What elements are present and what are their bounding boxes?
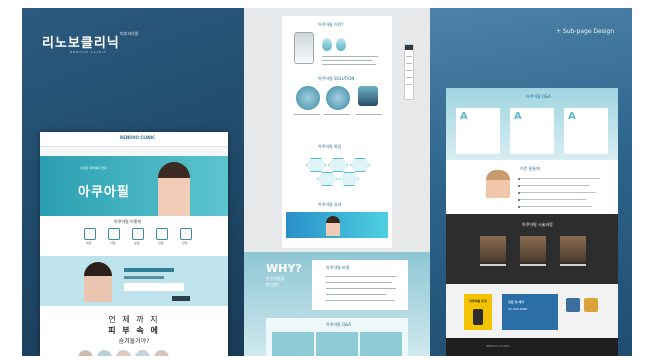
reservation-phone: 02-000-0000 [508,307,528,311]
section-title: 아쿠아필 특징 [318,144,342,149]
brand-small: 피부과의원 [120,31,139,36]
calm-icon [156,228,168,240]
map-icon[interactable] [566,298,580,312]
model-photo [486,170,510,198]
reservation-label: 상담 및 예약 [508,300,524,304]
qa-card[interactable]: A [564,108,608,154]
phone-icon [473,309,483,325]
portfolio-showcase: 리노보클리닉 피부과의원 RENOVO CLINIC RENOVO CLINIC… [22,8,632,356]
site-footer: RENOVO CLINIC [446,338,618,356]
contact-title: 아쿠아필 문의 [469,299,487,303]
hero-banner: 미세한 피부결의 변화 아쿠아필 [40,156,228,216]
section-title: 아쿠아필 이란? [318,22,344,27]
headline-line: 피 부 속 에 [108,326,160,335]
section-title: 아쿠아필 SOLUTION [318,76,355,81]
qa-title: 아쿠아필 Q&A [526,94,551,99]
solution-image [358,86,378,106]
brand-sub: RENOVO CLINIC [70,50,107,54]
brand-logo: 리노보클리닉 피부과의원 RENOVO CLINIC [42,31,138,54]
device-image [294,32,314,64]
contact-section: 아쿠아필 문의 상담 및 예약 02-000-0000 [446,284,618,338]
detail-page-panel: 아쿠아필 이란? 아쿠아필 SOLUTION 아쿠아필 특징 아쿠아필 효과 W… [244,8,430,356]
main-page-panel: 리노보클리닉 피부과의원 RENOVO CLINIC RENOVO CLINIC… [22,8,244,356]
quick-menu[interactable] [404,44,414,100]
icon-label: 관리 [182,241,188,245]
recommend-section: 이런 분들께 [446,160,618,214]
promo-section [40,256,228,306]
qa-title: 아쿠아필 Q&A [326,322,351,327]
site-header: RENOVO CLINIC [40,132,228,147]
hero-small-text: 미세한 피부결의 변화 [80,166,107,170]
site-nav [40,147,228,159]
process-photo [520,236,546,262]
care-icon [180,228,192,240]
detail-page-mockup: 아쿠아필 이란? 아쿠아필 SOLUTION 아쿠아필 특징 아쿠아필 효과 [282,16,392,248]
headline-section: 언 제 까 지 피 부 속 에 숨겨둘거야? [40,306,228,356]
card-title: 아쿠아필 비결 [326,265,350,270]
brand-title: 리노보클리닉 [42,36,120,51]
qa-card[interactable]: A [510,108,554,154]
section-title: 아쿠아필 효과 [318,202,342,207]
icon-label: 각질 [110,241,116,245]
process-photo [560,236,586,262]
hero-title: 아쿠아필 [78,185,130,200]
icon-label: 진정 [158,241,164,245]
headline-line: 숨겨둘거야? [118,338,150,345]
headline-line: 언 제 까 지 [108,315,160,324]
qa-card[interactable] [316,332,358,356]
recommend-title: 이런 분들께 [520,166,540,171]
qa-section: 아쿠아필 Q&A A A A [446,88,618,160]
qa-section: 아쿠아필 Q&A [266,318,408,356]
why-card: 아쿠아필 비결 [312,260,408,310]
sub-page-panel: + Sub-page Design 아쿠아필 Q&A A A A 이런 분들께 … [430,8,632,356]
feature-hexagon [306,158,326,172]
wash-icon [84,228,96,240]
model-photo [84,262,112,302]
icon-label: 보습 [134,241,140,245]
process-title: 아쿠아필 시술과정 [522,222,553,227]
contact-card[interactable]: 아쿠아필 문의 [464,294,492,330]
qa-card[interactable] [360,332,402,356]
process-photo [480,236,506,262]
sub-page-mockup: 아쿠아필 Q&A A A A 이런 분들께 아쿠아필 시술과정 아쿠아필 문의 … [446,88,618,356]
reservation-card[interactable]: 상담 및 예약 02-000-0000 [502,294,558,330]
water-drop-icon [336,38,346,51]
qa-card[interactable]: A [456,108,500,154]
feature-hexagon [317,172,337,186]
footer-text: RENOVO CLINIC [486,344,510,348]
feature-hexagon [339,172,359,186]
icon-label: 세정 [86,241,92,245]
skin-circles [76,350,171,356]
calendar-icon[interactable] [584,298,598,312]
model-photo [326,216,340,236]
more-button[interactable] [172,296,190,301]
why-section: WHY? 아쿠아필을 한다면? 아쿠아필 비결 아쿠아필 Q&A [244,252,430,356]
icon-section: 아쿠아필 이렇게 세정 각질 보습 진정 관리 [40,216,228,256]
feature-hexagon [350,158,370,172]
why-subtitle: 아쿠아필을 한다면? [266,276,285,287]
model-photo [158,162,190,216]
solution-image [296,86,320,110]
water-drop-icon [322,38,332,51]
feature-hexagon [328,158,348,172]
icon-section-title: 아쿠아필 이렇게 [114,219,142,224]
why-title: WHY? [266,262,302,275]
qa-card[interactable] [272,332,314,356]
peel-icon [108,228,120,240]
main-page-mockup: RENOVO CLINIC 미세한 피부결의 변화 아쿠아필 아쿠아필 이렇게 … [40,132,228,356]
site-logo: RENOVO CLINIC [120,135,156,140]
process-section: 아쿠아필 시술과정 [446,214,618,284]
sub-page-label: + Sub-page Design [556,28,615,35]
solution-image [326,86,350,110]
effect-banner [286,212,388,238]
moist-icon [132,228,144,240]
